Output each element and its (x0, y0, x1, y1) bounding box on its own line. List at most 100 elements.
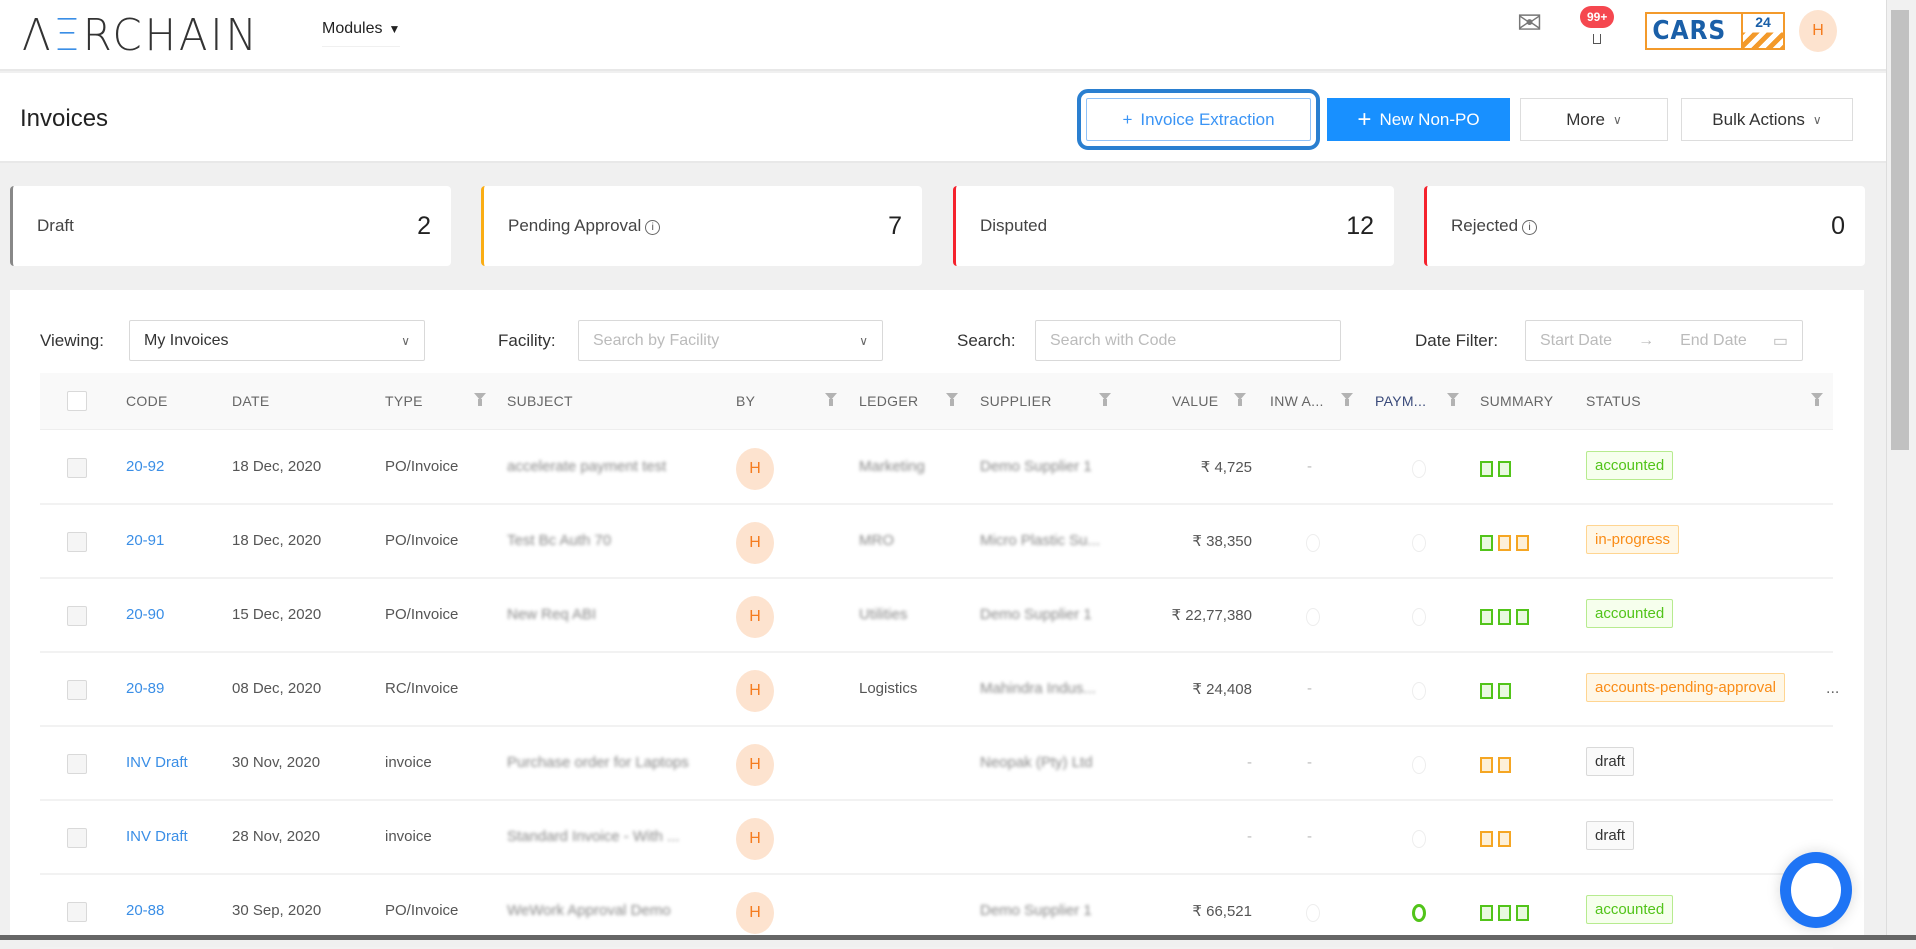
supplier: Demo Supplier 1 (980, 606, 1092, 623)
stat-card-disputed[interactable]: Disputed 12 (953, 186, 1394, 266)
bottom-edge (0, 935, 1916, 940)
notifications-button[interactable]: 99+ (1575, 6, 1621, 44)
end-date-placeholder: End Date (1680, 331, 1747, 349)
filter-icon[interactable] (1811, 393, 1823, 406)
col-date[interactable]: DATE (232, 393, 270, 409)
invoice-value: ₹ 4,725 (1200, 459, 1252, 476)
payment-status-circle-icon (1412, 682, 1426, 700)
status-badge: accounted (1586, 599, 1674, 628)
invoice-code-link[interactable]: INV Draft (126, 828, 188, 845)
stat-card-draft[interactable]: Draft 2 (10, 186, 451, 266)
col-subject[interactable]: SUBJECT (507, 393, 573, 409)
mail-phone-icon[interactable]: ✉ (1517, 6, 1557, 42)
filter-icon[interactable] (825, 393, 837, 406)
info-icon[interactable]: i (645, 220, 661, 235)
more-button[interactable]: More ∨ (1520, 98, 1668, 141)
summary-doc-icon[interactable] (1498, 683, 1511, 699)
scrollbar-thumb[interactable] (1891, 10, 1909, 450)
supplier: Demo Supplier 1 (980, 458, 1092, 475)
summary-doc-icon[interactable] (1516, 535, 1529, 551)
summary-doc-icon[interactable] (1480, 683, 1493, 699)
chevron-down-icon: ∨ (401, 333, 410, 348)
summary-doc-icon[interactable] (1516, 905, 1529, 921)
table-header: CODE DATE TYPE SUBJECT BY LEDGER SUPPLIE… (40, 373, 1833, 430)
col-inward[interactable]: INW A... (1270, 393, 1324, 409)
table-row[interactable]: 20-91 18 Dec, 2020 PO/Invoice Test Bc Au… (40, 505, 1833, 579)
invoice-code-link[interactable]: 20-90 (126, 606, 164, 623)
bulk-actions-button[interactable]: Bulk Actions ∨ (1681, 98, 1853, 141)
chevron-down-icon: ∨ (1812, 112, 1822, 127)
invoice-extraction-label: Invoice Extraction (1140, 109, 1275, 129)
summary-doc-icon[interactable] (1498, 535, 1511, 551)
summary-doc-icon[interactable] (1480, 757, 1493, 773)
row-checkbox[interactable] (67, 828, 87, 848)
table-row[interactable]: 20-90 15 Dec, 2020 PO/Invoice New Req AB… (40, 579, 1833, 653)
row-checkbox[interactable] (67, 532, 87, 552)
stat-card-pending-approval[interactable]: Pending Approval i 7 (481, 186, 922, 266)
summary-doc-icon[interactable] (1516, 609, 1529, 625)
row-checkbox[interactable] (67, 754, 87, 774)
summary-doc-icon[interactable] (1480, 831, 1493, 847)
summary-doc-icon[interactable] (1498, 461, 1511, 477)
invoice-value: - (1247, 828, 1252, 845)
filter-icon[interactable] (1099, 393, 1111, 406)
row-checkbox[interactable] (67, 680, 87, 700)
stat-value: 12 (1346, 211, 1374, 240)
summary-doc-icon[interactable] (1480, 609, 1493, 625)
summary-doc-icon[interactable] (1498, 905, 1511, 921)
aerchain-logo[interactable]: ΛΞRCHAIN (22, 10, 260, 61)
invoice-code-link[interactable]: INV Draft (126, 754, 188, 771)
arrow-right-icon: → (1638, 331, 1655, 349)
row-checkbox[interactable] (67, 458, 87, 478)
col-supplier[interactable]: SUPPLIER (980, 393, 1052, 409)
chat-widget-button[interactable] (1780, 852, 1852, 928)
new-non-po-button[interactable]: + New Non-PO (1327, 98, 1510, 141)
info-icon[interactable]: i (1522, 220, 1538, 235)
col-value[interactable]: VALUE (1172, 393, 1218, 409)
filter-icon[interactable] (1341, 393, 1353, 406)
filter-icon[interactable] (1447, 393, 1459, 406)
date-range-picker[interactable]: Start Date → End Date ▭ (1525, 320, 1803, 361)
invoice-extraction-button[interactable]: + Invoice Extraction (1077, 89, 1320, 150)
summary-doc-icon[interactable] (1498, 609, 1511, 625)
table-row[interactable]: 20-92 18 Dec, 2020 PO/Invoice accelerate… (40, 431, 1833, 505)
brand-text: CARS (1652, 16, 1727, 46)
summary-doc-icon[interactable] (1498, 831, 1511, 847)
col-ledger[interactable]: LEDGER (859, 393, 918, 409)
invoice-code-link[interactable]: 20-88 (126, 902, 164, 919)
row-checkbox[interactable] (67, 902, 87, 922)
col-type[interactable]: TYPE (385, 393, 423, 409)
inward-status: - (1307, 458, 1312, 475)
facility-select[interactable]: Search by Facility ∨ (578, 320, 883, 361)
row-checkbox[interactable] (67, 606, 87, 626)
user-avatar[interactable]: H (1799, 10, 1837, 52)
col-payment[interactable]: PAYM... (1375, 393, 1426, 409)
summary-icons (1480, 461, 1511, 477)
modules-menu[interactable]: Modules ▼ (322, 20, 401, 47)
filter-icon[interactable] (1234, 393, 1246, 406)
col-code[interactable]: CODE (126, 393, 168, 409)
filter-icon[interactable] (946, 393, 958, 406)
invoice-value: ₹ 24,408 (1192, 681, 1252, 698)
viewing-select[interactable]: My Invoices ∨ (129, 320, 425, 361)
select-all-checkbox[interactable] (67, 391, 87, 411)
col-by[interactable]: BY (736, 393, 755, 409)
summary-doc-icon[interactable] (1498, 757, 1511, 773)
invoice-code-link[interactable]: 20-92 (126, 458, 164, 475)
col-status[interactable]: STATUS (1586, 393, 1641, 409)
logo-a: Λ (22, 10, 54, 61)
status-badge: draft (1586, 747, 1635, 776)
table-row[interactable]: INV Draft 30 Nov, 2020 invoice Purchase … (40, 727, 1833, 801)
summary-doc-icon[interactable] (1480, 905, 1493, 921)
invoice-code-link[interactable]: 20-91 (126, 532, 164, 549)
summary-doc-icon[interactable] (1480, 535, 1493, 551)
filter-icon[interactable] (474, 393, 486, 406)
summary-doc-icon[interactable] (1480, 461, 1493, 477)
search-input[interactable]: Search with Code (1035, 320, 1341, 361)
table-row[interactable]: 20-89 08 Dec, 2020 RC/Invoice H Logistic… (40, 653, 1839, 727)
stat-card-rejected[interactable]: Rejected i 0 (1424, 186, 1865, 266)
stat-label: Disputed (980, 216, 1047, 236)
invoice-code-link[interactable]: 20-89 (126, 680, 164, 697)
col-summary[interactable]: SUMMARY (1480, 393, 1553, 409)
table-row[interactable]: INV Draft 28 Nov, 2020 invoice Standard … (40, 801, 1833, 875)
